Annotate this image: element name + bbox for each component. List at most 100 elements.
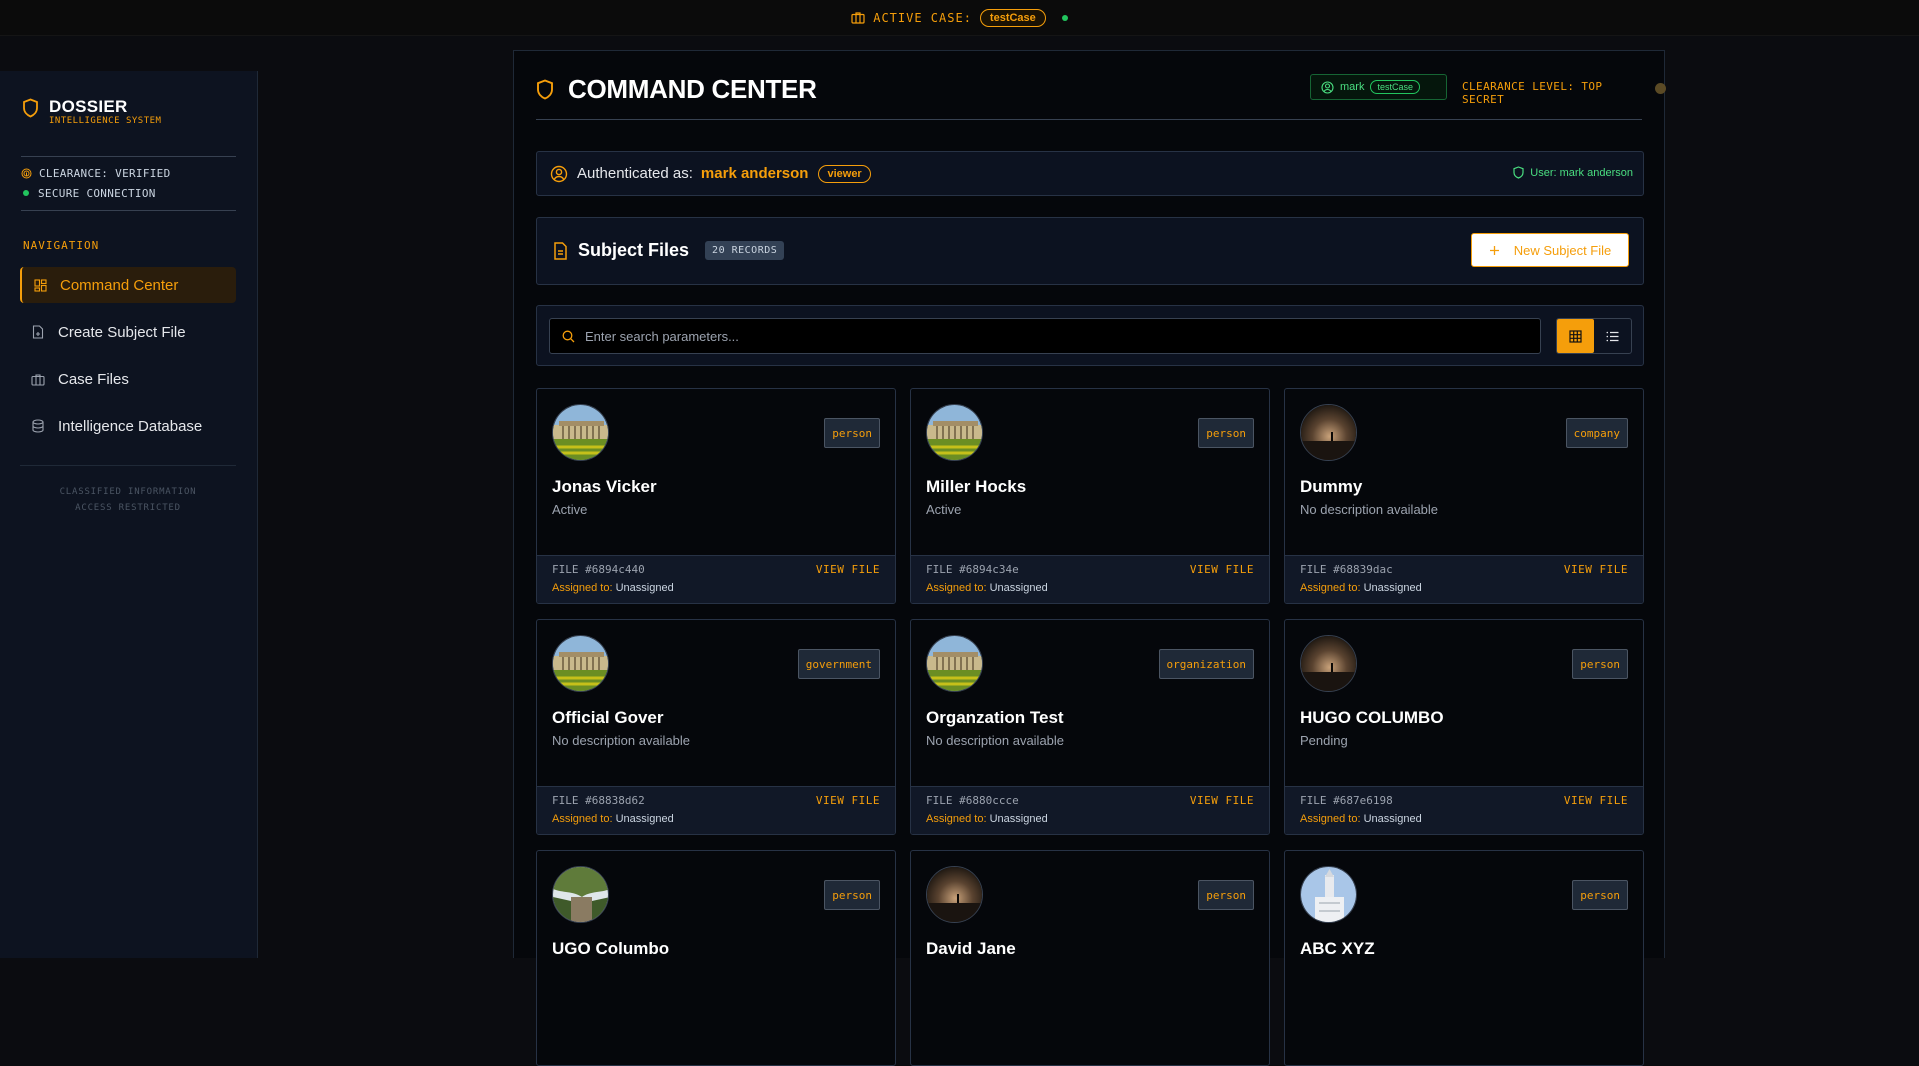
subject-type-badge: person	[1572, 880, 1628, 910]
security-status: CLEARANCE: VERIFIED SECURE CONNECTION	[21, 156, 236, 211]
auth-user-status-text: User: mark anderson	[1530, 166, 1633, 179]
view-file-link[interactable]: VIEW FILE	[1190, 794, 1254, 807]
grid-view-button[interactable]	[1557, 319, 1594, 353]
records-count-badge: 20 RECORDS	[705, 241, 785, 260]
subject-card-footer: FILE #68838d62 VIEW FILE Assigned to: Un…	[537, 786, 895, 834]
subject-name: Organzation Test	[926, 708, 1064, 727]
subject-type-badge: company	[1565, 418, 1628, 448]
sidebar-item-command-center[interactable]: Command Center	[20, 267, 236, 303]
active-case-badge[interactable]: testCase	[979, 8, 1046, 27]
subject-card-footer: FILE #6894c440 VIEW FILE Assigned to: Un…	[537, 555, 895, 603]
subject-avatar	[926, 866, 983, 923]
subject-card-footer: FILE #6880ccce VIEW FILE Assigned to: Un…	[911, 786, 1269, 834]
sidebar-item-case-files[interactable]: Case Files	[20, 361, 236, 397]
list-view-button[interactable]	[1594, 319, 1631, 353]
active-case-bar: ACTIVE CASE: testCase	[0, 0, 1919, 36]
view-file-link[interactable]: VIEW FILE	[816, 794, 880, 807]
page-header: COMMAND CENTER mark testCase CLEARANCE L…	[536, 74, 1666, 120]
assigned-to: Assigned to: Unassigned	[552, 813, 674, 825]
subject-avatar	[926, 404, 983, 461]
subject-name: Jonas Vicker	[552, 477, 657, 496]
subject-type-badge: government	[797, 649, 880, 679]
assigned-value: Unassigned	[1363, 582, 1422, 594]
subject-files-header: Subject Files 20 RECORDS New Subject Fil…	[536, 217, 1644, 285]
subject-card-footer: FILE #687e6198 VIEW FILE Assigned to: Un…	[1285, 786, 1643, 834]
user-chip-name: mark	[1340, 81, 1365, 93]
subject-name: HUGO COLUMBO	[1300, 708, 1444, 727]
sidebar-item-label: Command Center	[60, 276, 179, 294]
briefcase-icon	[851, 12, 865, 24]
subject-card[interactable]: person HUGO COLUMBO Pending FILE #687e61…	[1284, 619, 1644, 835]
shield-icon	[1513, 166, 1524, 179]
subject-name: ABC XYZ	[1300, 939, 1375, 958]
search-input[interactable]	[585, 328, 1525, 344]
connection-status-text: SECURE CONNECTION	[38, 186, 156, 200]
subject-card[interactable]: government Official Gover No description…	[536, 619, 896, 835]
connection-status-dot	[1061, 14, 1068, 21]
search-icon	[562, 330, 575, 342]
subject-description: No description available	[552, 733, 691, 748]
sidebar-item-create-subject-file[interactable]: Create Subject File	[20, 314, 236, 350]
view-file-link[interactable]: VIEW FILE	[1564, 563, 1628, 576]
assigned-label: Assigned to:	[926, 582, 987, 594]
subject-files-title-text: Subject Files	[578, 240, 690, 260]
view-file-link[interactable]: VIEW FILE	[1190, 563, 1254, 576]
user-chip-case: testCase	[1370, 80, 1420, 94]
subject-card[interactable]: person Miller Hocks Active FILE #6894c34…	[910, 388, 1270, 604]
subject-avatar	[1300, 866, 1357, 923]
sidebar-divider	[20, 465, 236, 466]
subject-card[interactable]: organization Organzation Test No descrip…	[910, 619, 1270, 835]
sidebar-item-label: Case Files	[58, 370, 129, 388]
sidebar-item-label: Create Subject File	[58, 323, 186, 341]
file-id: FILE #68838d62	[552, 794, 645, 807]
sidebar-item-intelligence-database[interactable]: Intelligence Database	[20, 408, 236, 444]
briefcase-icon	[31, 372, 45, 386]
user-chip[interactable]: mark testCase	[1310, 74, 1447, 100]
page-title: COMMAND CENTER	[536, 74, 817, 105]
view-file-link[interactable]: VIEW FILE	[816, 563, 880, 576]
sidebar-item-label: Intelligence Database	[58, 417, 203, 435]
user-circle-icon	[550, 165, 568, 182]
connection-status: SECURE CONNECTION	[21, 183, 236, 203]
assigned-value: Unassigned	[1363, 813, 1422, 825]
subject-type-badge: person	[824, 418, 880, 448]
new-subject-file-label: New Subject File	[1513, 242, 1612, 258]
subject-avatar	[552, 866, 609, 923]
brand-title: DOSSIER	[49, 97, 128, 116]
assigned-value: Unassigned	[989, 582, 1048, 594]
classified-line-2: ACCESS RESTRICTED	[75, 503, 181, 513]
assigned-value: Unassigned	[615, 813, 674, 825]
search-field[interactable]	[549, 318, 1541, 354]
clearance-status: CLEARANCE: VERIFIED	[21, 163, 236, 183]
active-case-label: ACTIVE CASE:	[873, 10, 972, 25]
subject-card[interactable]: person ABC XYZ	[1284, 850, 1644, 1066]
assigned-label: Assigned to:	[1300, 813, 1361, 825]
subject-name: UGO Columbo	[552, 939, 670, 958]
role-badge: viewer	[818, 164, 871, 183]
search-panel	[536, 305, 1644, 366]
clearance-indicator	[1655, 83, 1666, 94]
new-subject-file-button[interactable]: New Subject File	[1471, 233, 1629, 267]
database-icon	[31, 419, 45, 433]
dashboard-icon	[33, 278, 47, 292]
subject-card[interactable]: person David Jane	[910, 850, 1270, 1066]
assigned-to: Assigned to: Unassigned	[926, 813, 1048, 825]
clearance-level: CLEARANCE LEVEL: TOP SECRET	[1462, 80, 1603, 106]
assigned-label: Assigned to:	[1300, 582, 1361, 594]
plus-icon	[1489, 245, 1499, 255]
assigned-label: Assigned to:	[926, 813, 987, 825]
classified-line-1: CLASSIFIED INFORMATION	[59, 487, 197, 497]
classified-notice: CLASSIFIED INFORMATION ACCESS RESTRICTED	[20, 484, 236, 516]
subject-type-badge: person	[824, 880, 880, 910]
subject-card[interactable]: person UGO Columbo	[536, 850, 896, 1066]
subject-avatar	[552, 404, 609, 461]
shield-icon	[23, 98, 38, 118]
sidebar-nav: Command Center Create Subject File Case …	[20, 267, 236, 455]
subject-type-badge: person	[1572, 649, 1628, 679]
subject-card[interactable]: company Dummy No description available F…	[1284, 388, 1644, 604]
view-file-link[interactable]: VIEW FILE	[1564, 794, 1628, 807]
subject-card[interactable]: person Jonas Vicker Active FILE #6894c44…	[536, 388, 896, 604]
subject-name: Miller Hocks	[926, 477, 1027, 496]
assigned-to: Assigned to: Unassigned	[552, 582, 674, 594]
view-toggle	[1556, 318, 1632, 354]
